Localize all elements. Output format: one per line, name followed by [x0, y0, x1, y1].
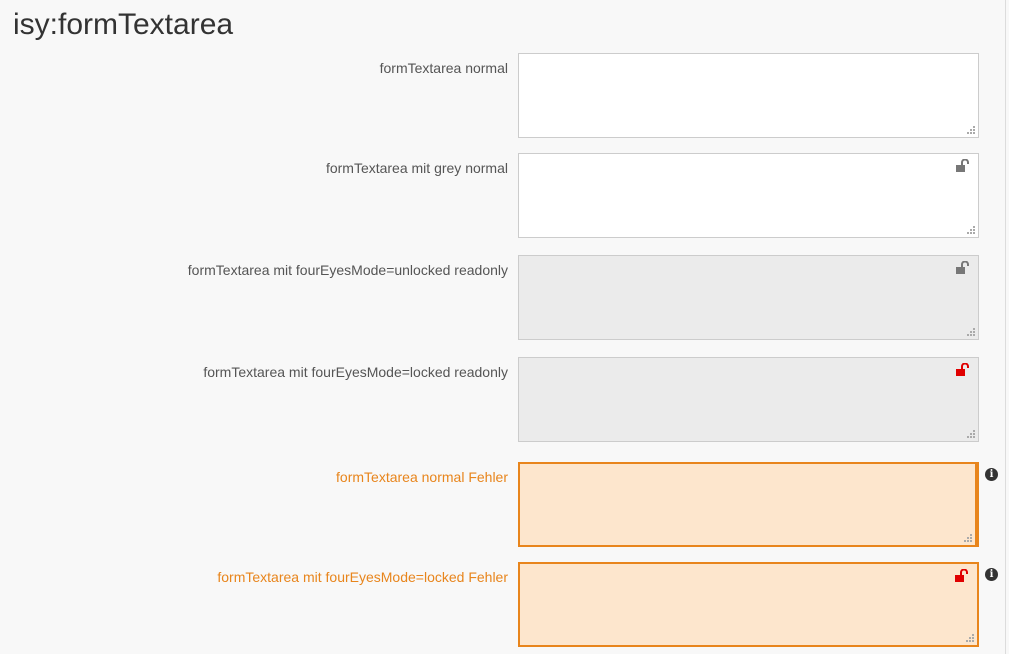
- textarea-grey-normal[interactable]: [518, 153, 979, 238]
- resize-grip-icon[interactable]: [967, 328, 976, 337]
- resize-grip-icon[interactable]: [966, 634, 975, 643]
- locked-red-icon[interactable]: [955, 363, 971, 377]
- textarea-normal-error[interactable]: [518, 462, 979, 547]
- textarea-unlocked-readonly[interactable]: [518, 255, 979, 340]
- form-row-grey-normal: formTextarea mit grey normal: [0, 153, 1009, 239]
- resize-grip-icon[interactable]: [967, 430, 976, 439]
- info-icon[interactable]: i: [985, 468, 998, 481]
- page: isy:formTextarea formTextarea normal for…: [0, 0, 1009, 654]
- textarea-locked-error[interactable]: [518, 562, 979, 647]
- textarea-locked-readonly[interactable]: [518, 357, 979, 442]
- resize-grip-icon[interactable]: [964, 534, 973, 543]
- page-title: isy:formTextarea: [13, 8, 234, 41]
- unlocked-grey-icon[interactable]: [955, 261, 971, 275]
- form-row-normal-error: formTextarea normal Fehler i: [0, 462, 1009, 548]
- info-icon[interactable]: i: [985, 568, 998, 581]
- resize-grip-icon[interactable]: [967, 226, 976, 235]
- field-label: formTextarea normal: [379, 60, 508, 76]
- locked-red-icon[interactable]: [954, 569, 970, 583]
- unlocked-grey-icon[interactable]: [955, 159, 971, 173]
- resize-grip-icon[interactable]: [967, 126, 976, 135]
- form-row-locked-readonly: formTextarea mit fourEyesMode=locked rea…: [0, 357, 1009, 443]
- textarea-normal[interactable]: [518, 53, 979, 138]
- field-label: formTextarea mit fourEyesMode=unlocked r…: [187, 262, 508, 278]
- form-row-normal: formTextarea normal: [0, 53, 1009, 139]
- form-row-unlocked-readonly: formTextarea mit fourEyesMode=unlocked r…: [0, 255, 1009, 341]
- field-label: formTextarea mit fourEyesMode=locked rea…: [203, 364, 508, 380]
- field-label-error: formTextarea normal Fehler: [336, 469, 508, 485]
- field-label-error: formTextarea mit fourEyesMode=locked Feh…: [217, 569, 508, 585]
- field-label: formTextarea mit grey normal: [325, 160, 508, 176]
- form-row-locked-error: formTextarea mit fourEyesMode=locked Feh…: [0, 562, 1009, 648]
